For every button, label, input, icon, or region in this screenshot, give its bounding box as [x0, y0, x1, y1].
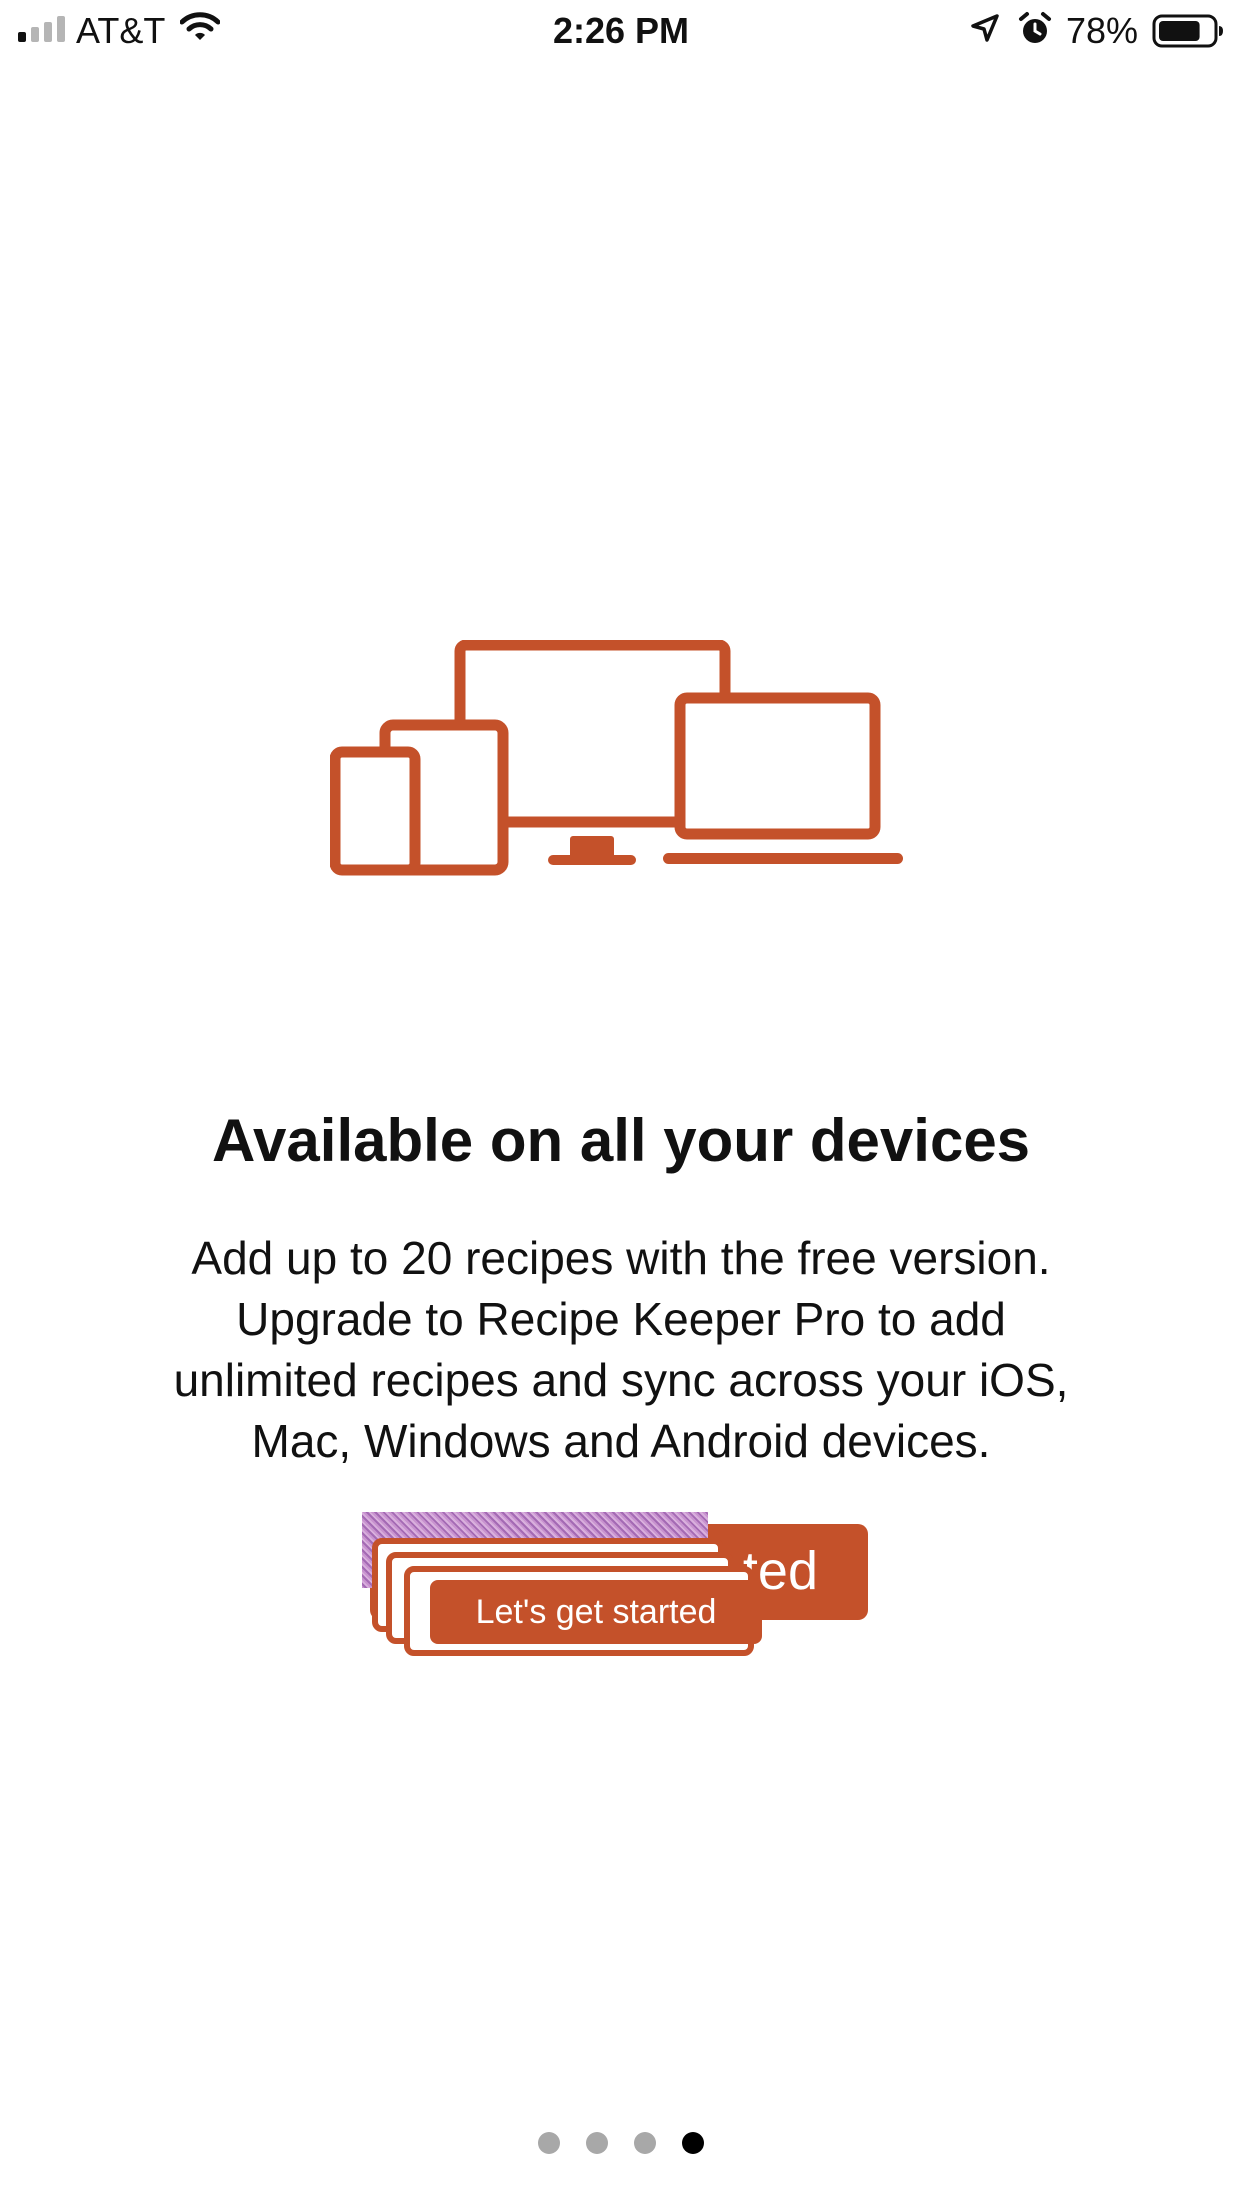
get-started-button-stack: ted Let's get started: [0, 0, 1242, 2208]
devices-icon: [329, 639, 910, 885]
page-dot[interactable]: [586, 2132, 608, 2154]
page-dot-active[interactable]: [682, 2132, 704, 2154]
alarm-clock-icon: [1018, 11, 1052, 52]
battery-percentage: 78%: [1066, 10, 1139, 51]
status-bar: AT&T 2:26 PM 78%: [0, 0, 1242, 62]
clock-time: 2:26 PM: [552, 10, 690, 51]
description-line: unlimited recipes and sync across your i…: [173, 1354, 1069, 1406]
description-line: Mac, Windows and Android devices.: [251, 1415, 991, 1467]
page-dot[interactable]: [634, 2132, 656, 2154]
page-indicator[interactable]: [0, 2132, 1242, 2154]
battery-icon: [1152, 14, 1224, 53]
onboarding-title: Available on all your devices: [211, 1107, 1031, 1174]
location-arrow-icon: [970, 13, 1000, 48]
description-line: Add up to 20 recipes with the free versi…: [191, 1232, 1051, 1284]
get-started-button[interactable]: Let's get started: [430, 1580, 762, 1644]
description-line: Upgrade to Recipe Keeper Pro to add: [236, 1293, 1006, 1345]
page-dot[interactable]: [538, 2132, 560, 2154]
onboarding-description: Add up to 20 recipes with the free versi…: [100, 1228, 1142, 1472]
